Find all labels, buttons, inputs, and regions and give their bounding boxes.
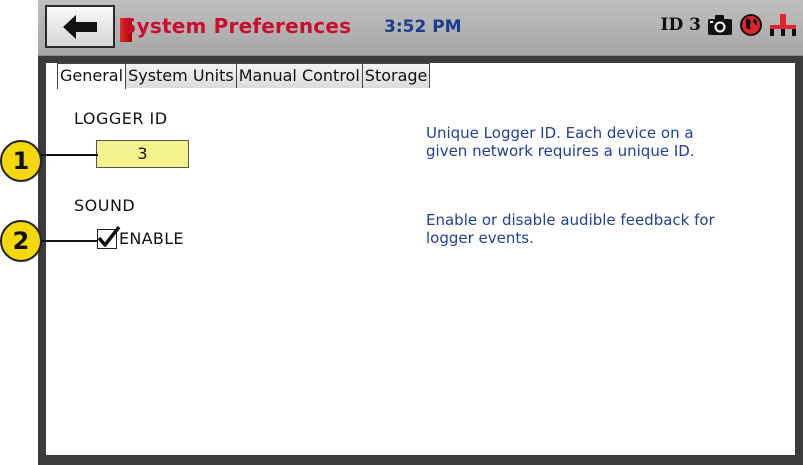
content-panel: General System Units Manual Control Stor…	[46, 63, 795, 455]
logger-id-description: Unique Logger ID. Each device on a given…	[426, 124, 695, 160]
logger-id-field[interactable]: 3	[96, 140, 189, 168]
tab-manual-control[interactable]: Manual Control	[236, 63, 363, 88]
tab-general[interactable]: General	[57, 63, 127, 89]
callout-2: 2	[0, 220, 42, 262]
page-title: System Preferences	[122, 14, 352, 38]
sound-enable-checkbox[interactable]	[97, 226, 121, 249]
callout-1: 1	[0, 140, 42, 182]
checkmark-icon	[97, 226, 121, 247]
back-arrow-icon	[63, 14, 97, 39]
sound-enable-label[interactable]: ENABLE	[119, 229, 184, 248]
back-button[interactable]	[45, 5, 115, 48]
device-id-label: ID 3	[660, 15, 701, 35]
logger-id-label: LOGGER ID	[74, 109, 168, 128]
camera-icon[interactable]	[707, 14, 733, 36]
tab-storage[interactable]: Storage	[362, 63, 431, 88]
logger-id-description-line1: Unique Logger ID. Each device on a	[426, 124, 694, 142]
globe-icon[interactable]	[739, 13, 763, 37]
status-area: ID 3	[661, 13, 797, 37]
callout-2-leader	[40, 240, 98, 242]
logger-id-description-line2: given network requires a unique ID.	[426, 142, 695, 160]
clock: 3:52 PM	[384, 17, 462, 37]
sound-label: SOUND	[74, 196, 136, 215]
tab-system-units[interactable]: System Units	[126, 63, 237, 88]
callout-1-leader	[40, 154, 98, 156]
sound-description-line2: logger events.	[426, 229, 534, 247]
tab-bar: General System Units Manual Control Stor…	[57, 63, 431, 89]
sound-description: Enable or disable audible feedback for l…	[426, 211, 715, 247]
sound-description-line1: Enable or disable audible feedback for	[426, 211, 715, 229]
network-icon[interactable]	[769, 13, 797, 37]
